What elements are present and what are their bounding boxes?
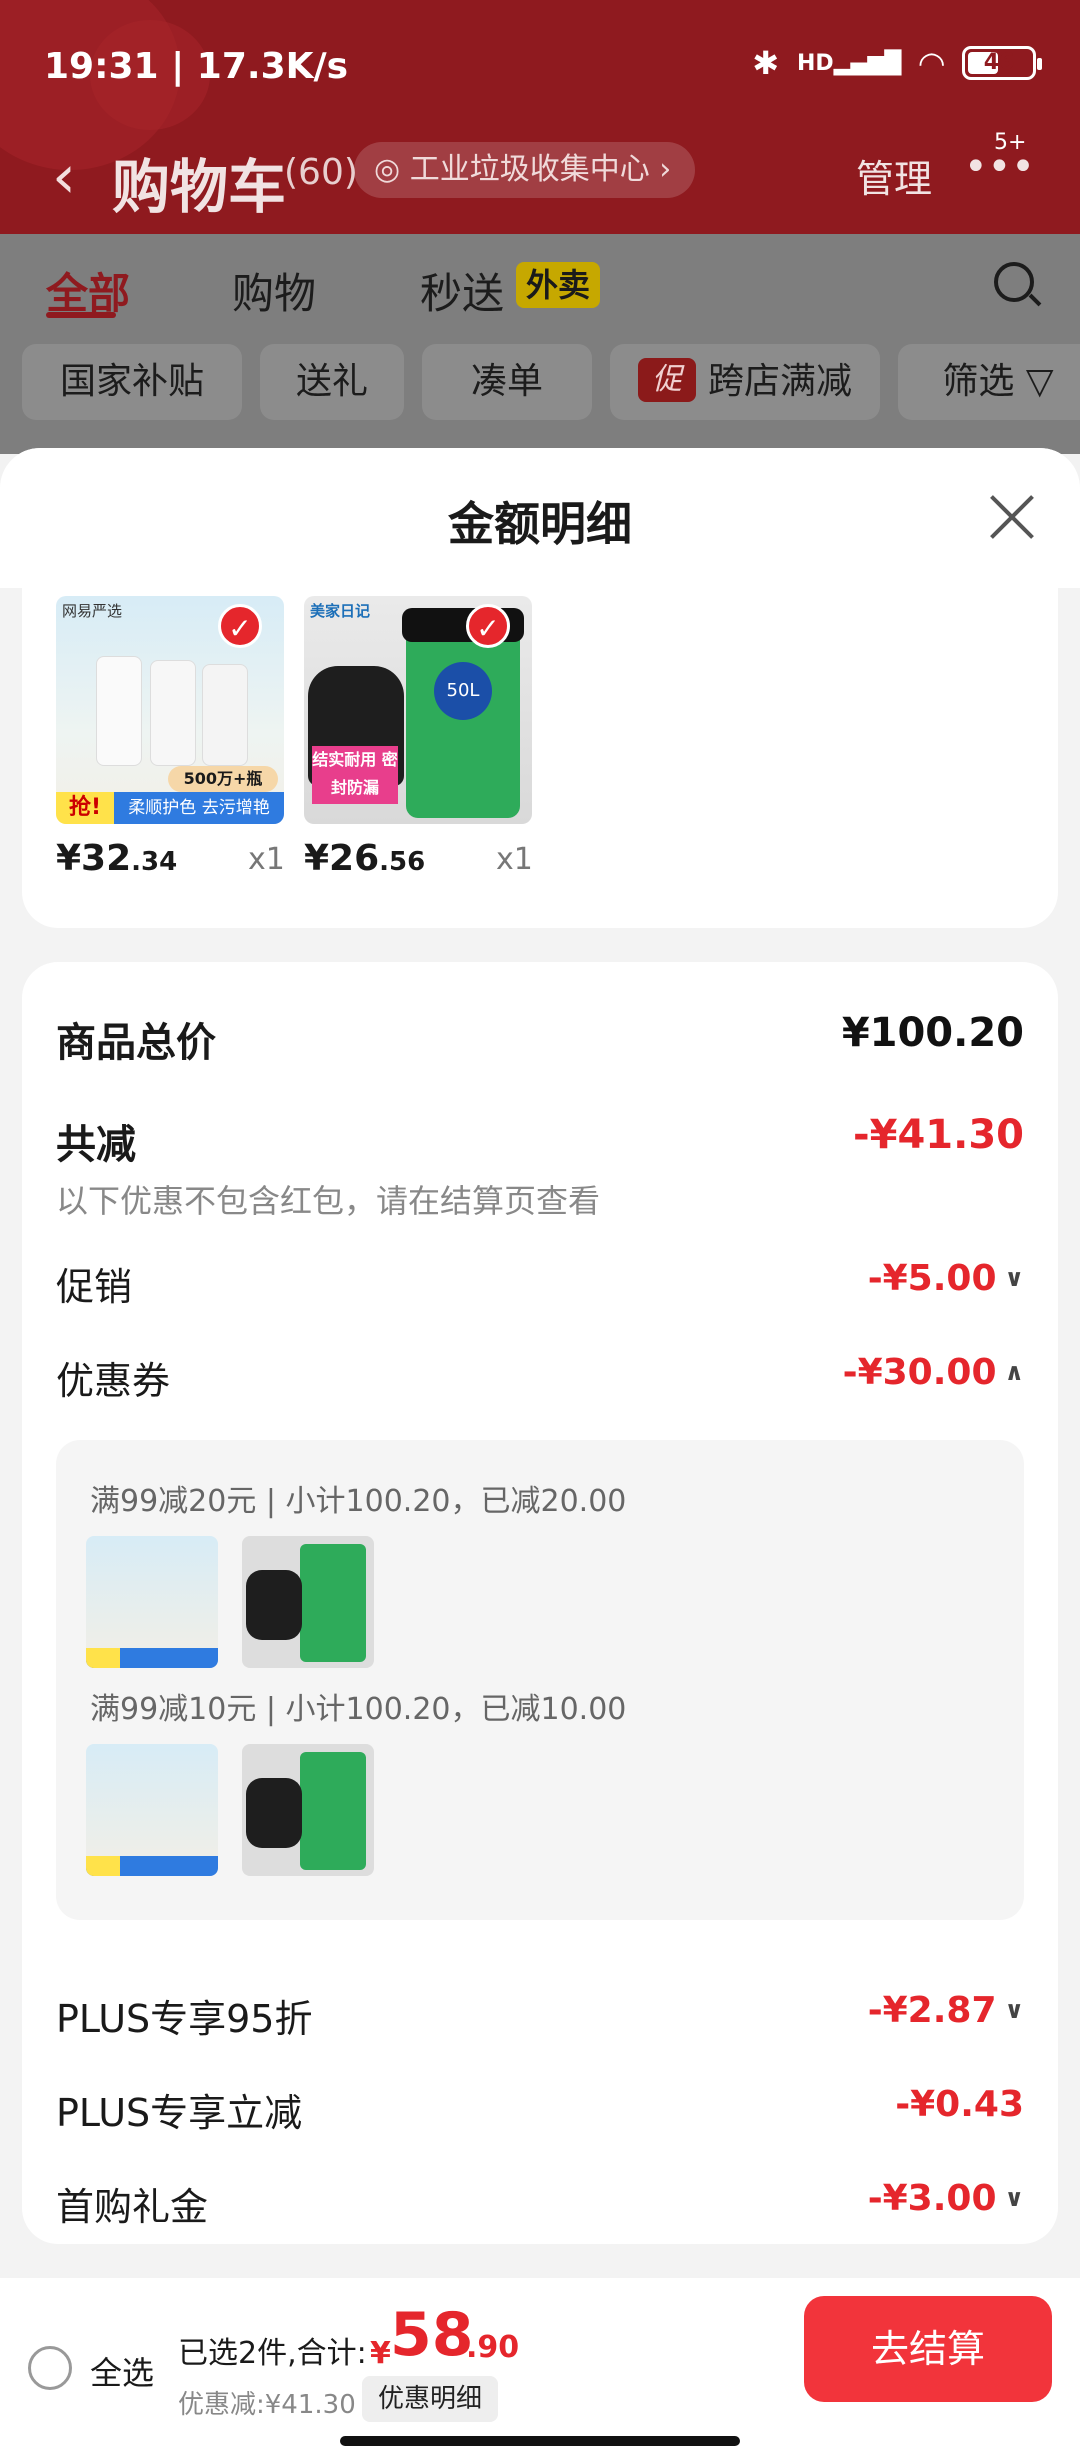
checkout-button[interactable]: 去结算 (804, 2296, 1052, 2402)
checkout-bar: 全选 已选2件,合计: ¥ 58 .90 优惠减:¥41.30 优惠明细 去结算 (0, 2278, 1080, 2460)
brand-label: 美家日记 (310, 602, 371, 620)
price-breakdown-card: 商品总价 ¥100.20 共减 -¥41.30 以下优惠不包含红包，请在结算页查… (22, 962, 1058, 2244)
total-price-value: ¥100.20 (841, 1010, 1024, 1056)
page-title: 购物车 (112, 153, 287, 221)
manage-button[interactable]: 管理 (856, 148, 932, 203)
battery-icon: 46 (962, 46, 1042, 80)
grab-tag: 抢! (56, 792, 114, 824)
item-price: ¥26.56 (304, 838, 426, 879)
select-all-radio[interactable] (28, 2346, 72, 2390)
chevron-down-icon: ∨ (1004, 1996, 1025, 2024)
total-amount-dec: .90 (466, 2330, 520, 2365)
coupon-rule: 满99减10元 | 小计100.20，已减10.00 (90, 1692, 627, 1727)
first-purchase-label: 首购礼金 (56, 2185, 209, 2229)
chevron-down-icon: ∨ (1004, 2184, 1025, 2212)
product-caption: 结实耐用 密封防漏 (312, 746, 398, 804)
coupon-item-thumb (86, 1536, 218, 1668)
promo-label: 促销 (56, 1265, 133, 1309)
tab-shopping[interactable]: 购物 (232, 260, 316, 321)
coupon-item-thumb (242, 1744, 374, 1876)
brand-label: 网易严选 (62, 602, 123, 620)
chevron-up-icon: ∧ (1004, 1358, 1025, 1386)
search-icon[interactable] (994, 262, 1034, 302)
filter-chip-cross-store[interactable]: 促跨店满减 (610, 344, 880, 420)
amount-detail-sheet: 金额明细 网易严选 500万+瓶 抢! 柔顺护色 去污增艳 ✓ ¥32.34 x… (0, 448, 1080, 2278)
promo-tag: 促 (637, 358, 696, 402)
home-indicator[interactable] (340, 2436, 740, 2446)
total-reduce-value: -¥41.30 (853, 1112, 1024, 1158)
wifi-icon: ◠ (919, 44, 944, 82)
filter-icon: ▽ (1025, 361, 1054, 402)
total-price-label: 商品总价 (56, 1020, 216, 1066)
sheet-title: 金额明细 (448, 497, 632, 551)
item-qty: x1 (248, 842, 285, 877)
check-icon[interactable]: ✓ (466, 604, 510, 648)
first-purchase-value[interactable]: -¥3.00 ∨ (868, 2178, 1024, 2219)
check-icon[interactable]: ✓ (218, 604, 262, 648)
coupon-value[interactable]: -¥30.00 ∧ (843, 1352, 1024, 1393)
signal-icon: HD▂▄▆█ (797, 50, 902, 76)
item-price: ¥32.34 (56, 838, 178, 879)
plus-95-value[interactable]: -¥2.87 ∨ (868, 1990, 1024, 2031)
filter-chip-bundle[interactable]: 凑单 (422, 344, 592, 420)
status-time: 19:31 | 17.3K/s (44, 46, 349, 87)
filter-chip-subsidy[interactable]: 国家补贴 (22, 344, 242, 420)
takeout-badge: 外卖 (516, 262, 601, 308)
product-caption: 柔顺护色 去污增艳 (114, 792, 284, 824)
select-all-label[interactable]: 全选 (90, 2348, 154, 2394)
promo-value[interactable]: -¥5.00 ∨ (868, 1258, 1024, 1299)
saved-amount: 优惠减:¥41.30 (178, 2390, 356, 2420)
bluetooth-icon: ✱ (752, 44, 780, 82)
plus-95-label: PLUS专享95折 (56, 1997, 313, 2041)
reduce-hint: 以下优惠不包含红包，请在结算页查看 (56, 1182, 601, 1220)
tab-instant[interactable]: 秒送 (420, 260, 504, 321)
tab-underline (46, 312, 116, 318)
eye-icon: ◎ (374, 152, 401, 187)
address-pill[interactable]: ◎ 工业垃圾收集中心 › (354, 142, 696, 198)
total-amount-int: 58 (390, 2300, 474, 2370)
bottle-shape (202, 664, 248, 766)
filter-button[interactable]: 筛选 ▽ (898, 344, 1080, 420)
filter-chip-gift[interactable]: 送礼 (260, 344, 404, 420)
total-currency: ¥ (370, 2336, 391, 2371)
filter-bar: 国家补贴 送礼 凑单 促跨店满减 筛选 ▽ (0, 344, 1080, 454)
coupon-detail-box: 满99减20元 | 小计100.20，已减20.00 满99减10元 | 小计1… (56, 1440, 1024, 1920)
more-badge: 5+ (994, 130, 1027, 155)
coupon-label: 优惠券 (56, 1359, 171, 1403)
sales-badge: 500万+瓶 (168, 766, 278, 792)
coupon-item-thumb (86, 1744, 218, 1876)
chevron-down-icon: ∨ (1004, 1264, 1025, 1292)
bottle-shape (96, 656, 142, 766)
capacity-label: 50L (434, 662, 492, 720)
coupon-rule: 满99减20元 | 小计100.20，已减20.00 (90, 1484, 627, 1519)
cart-navbar: ‹ 购物车 (60) ◎ 工业垃圾收集中心 › 管理 ••• 5+ (0, 130, 1080, 234)
chevron-right-icon: › (659, 152, 672, 187)
items-card: 网易严选 500万+瓶 抢! 柔顺护色 去污增艳 ✓ ¥32.34 x1 美家日… (22, 588, 1058, 928)
plus-reduce-label: PLUS专享立减 (56, 2091, 303, 2135)
coupon-item-thumb (242, 1536, 374, 1668)
bin-shape: 50L (402, 608, 524, 818)
bottle-shape (150, 660, 196, 766)
close-icon[interactable] (988, 492, 1036, 540)
total-reduce-label: 共减 (56, 1122, 136, 1168)
item-qty: x1 (496, 842, 533, 877)
sheet-header: 金额明细 (0, 448, 1080, 588)
discount-detail-button[interactable]: 优惠明细 (362, 2376, 499, 2422)
plus-reduce-value: -¥0.43 (895, 2084, 1024, 2125)
back-icon[interactable]: ‹ (52, 142, 76, 212)
selected-summary: 已选2件,合计: (178, 2336, 367, 2371)
status-bar: 19:31 | 17.3K/s ✱ HD▂▄▆█ ◠ 46 (0, 0, 1080, 130)
address-label: 工业垃圾收集中心 (409, 152, 650, 187)
cart-count: (60) (284, 152, 358, 193)
